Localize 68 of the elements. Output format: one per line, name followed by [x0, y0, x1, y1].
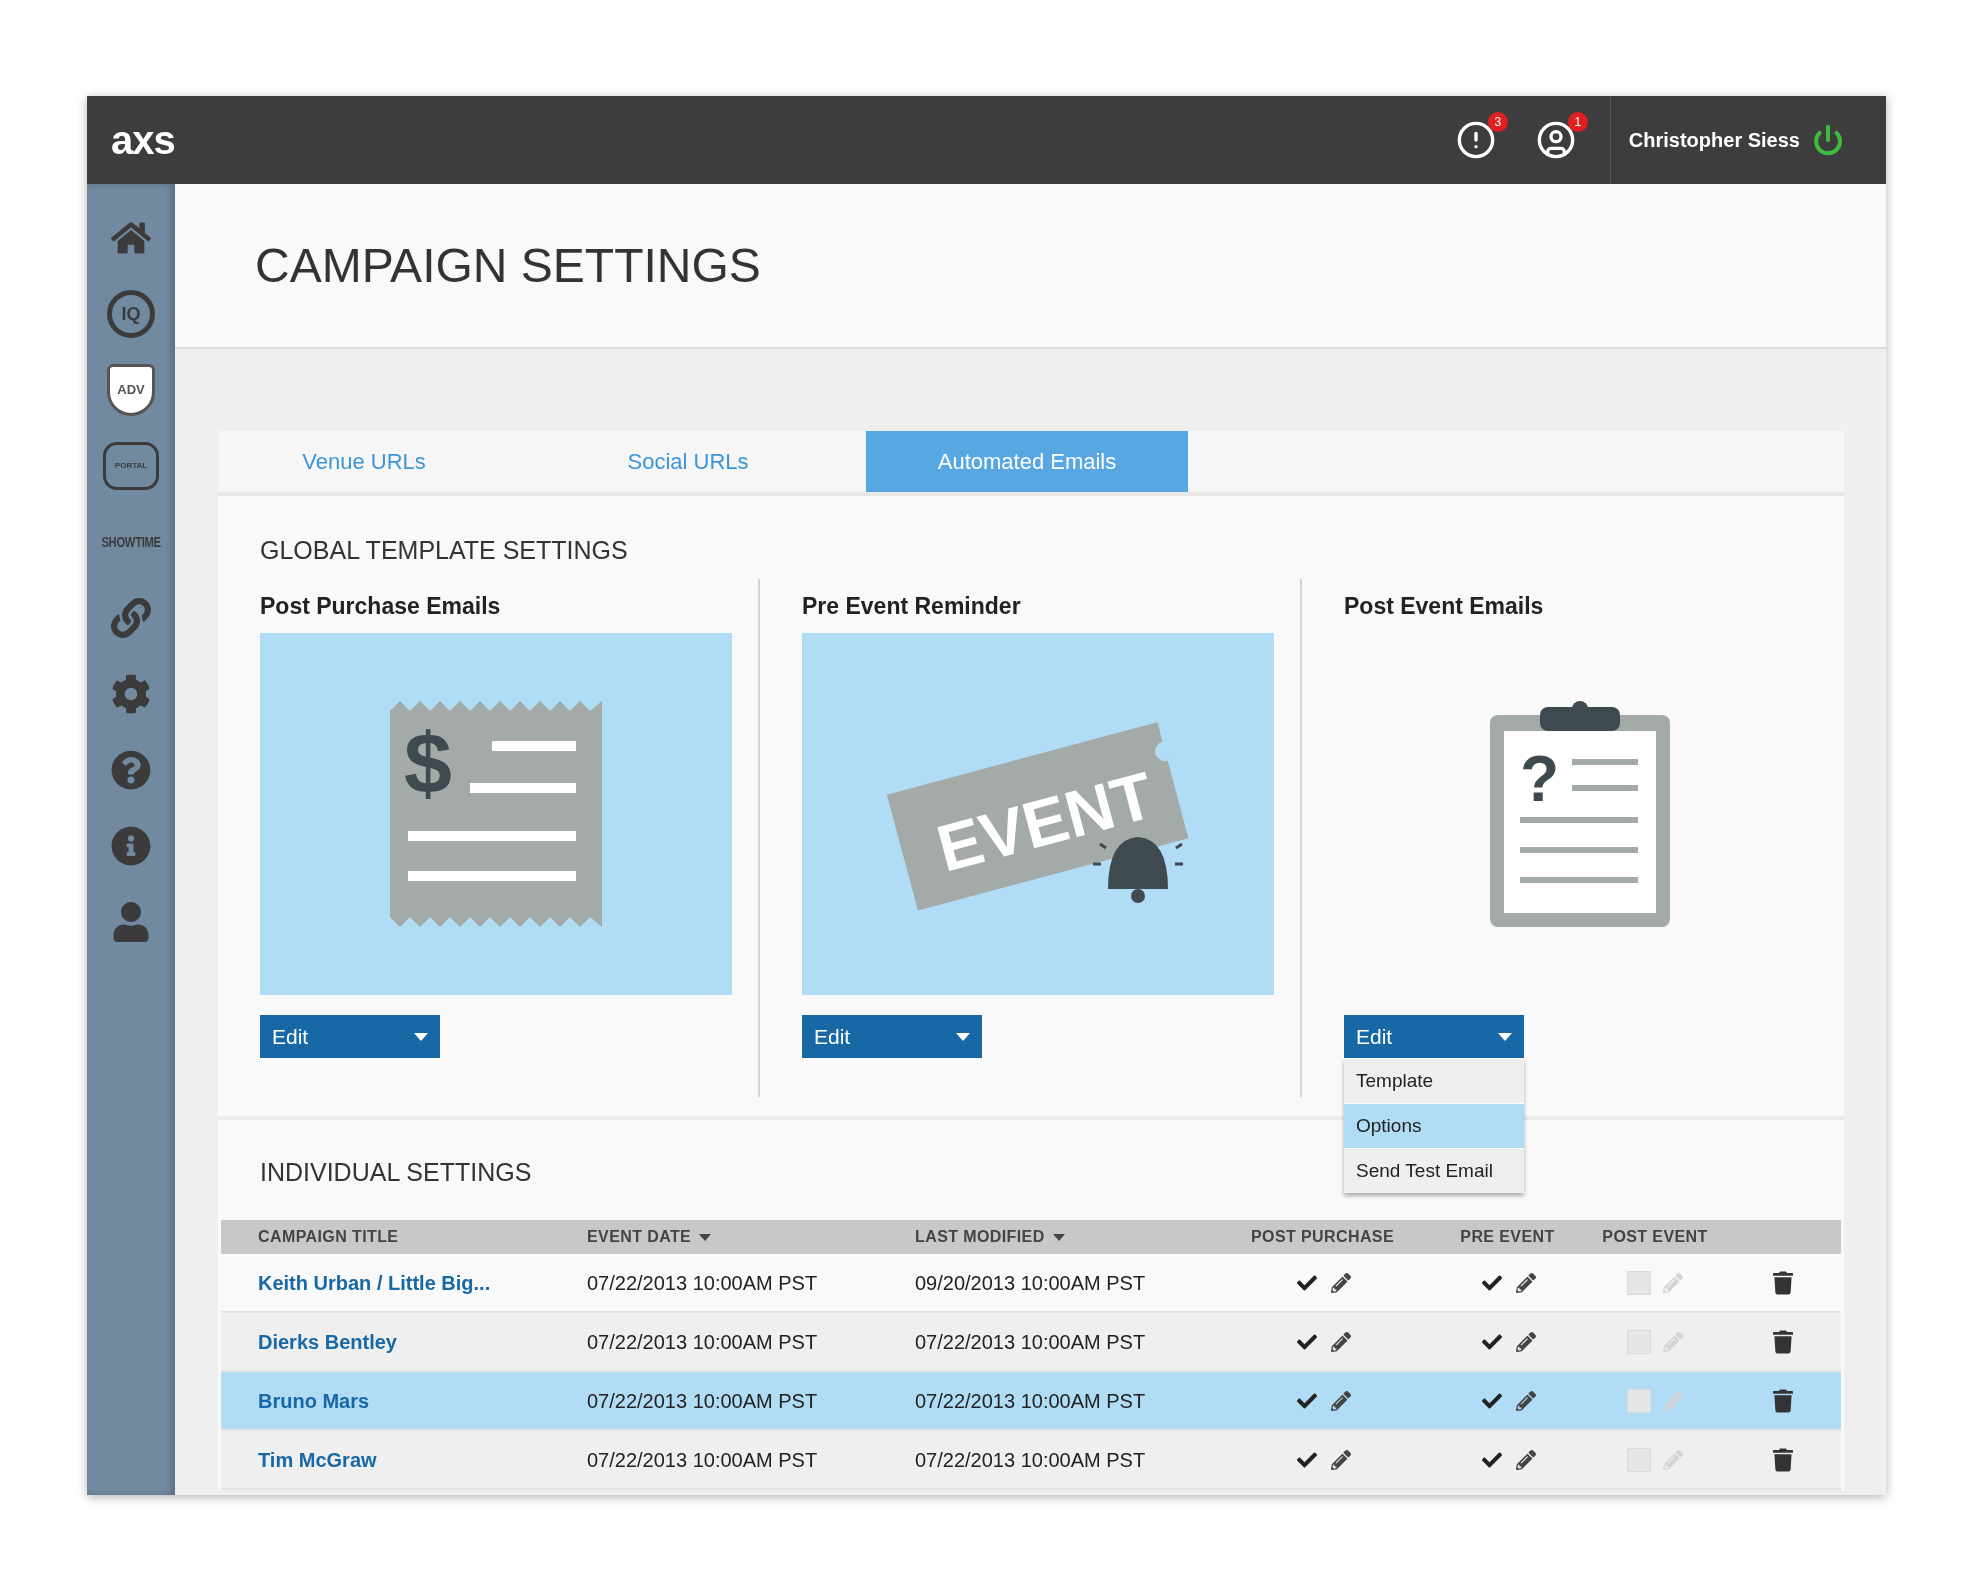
column-header: POST EVENT — [1602, 1227, 1708, 1247]
pencil-icon[interactable] — [1330, 1272, 1351, 1293]
caret-icon — [956, 1032, 970, 1041]
edit-dropdown[interactable]: Edit — [802, 1015, 982, 1058]
column-header: PRE EVENT — [1460, 1227, 1555, 1247]
event-date: 07/22/2013 10:00AM PST — [587, 1330, 818, 1353]
portal-hexagon-logo[interactable]: PORTAL — [103, 442, 159, 490]
alert-icon[interactable] — [1455, 120, 1496, 160]
user-icon[interactable] — [1535, 120, 1576, 160]
event-date: 07/22/2013 10:00AM PST — [587, 1271, 818, 1294]
last-modified-date: 07/22/2013 10:00AM PST — [915, 1330, 1146, 1353]
pencil-icon[interactable] — [1330, 1331, 1351, 1352]
page-title: CAMPAIGN SETTINGS — [255, 237, 761, 294]
tab[interactable]: Social URLs — [510, 431, 866, 492]
section-heading: INDIVIDUAL SETTINGS — [260, 1157, 532, 1188]
last-modified-date: 09/20/2013 10:00AM PST — [915, 1271, 1146, 1294]
last-modified-date: 07/22/2013 10:00AM PST — [915, 1448, 1146, 1471]
card-title: Pre Event Reminder — [802, 592, 1022, 621]
table-row[interactable]: Dierks Bentley 07/22/2013 10:00AM PST 07/22/2013 10:00AM PST — [221, 1313, 1841, 1372]
section-heading: GLOBAL TEMPLATE SETTINGS — [260, 535, 628, 566]
campaign-link[interactable]: Bruno Mars — [258, 1389, 370, 1412]
delete-icon[interactable] — [1773, 1329, 1793, 1354]
card-title: Post Event Emails — [1344, 592, 1545, 621]
campaign-link[interactable]: Tim McGraw — [258, 1448, 377, 1471]
adv-shield-logo[interactable]: ADV — [107, 364, 155, 416]
sort-caret-icon[interactable] — [699, 1233, 712, 1241]
last-modified-date: 07/22/2013 10:00AM PST — [915, 1389, 1146, 1412]
showtime-logo[interactable]: SHOWTIME — [101, 531, 161, 553]
person-icon[interactable] — [111, 902, 151, 942]
notification-badge: 1 — [1567, 112, 1588, 132]
power-icon[interactable] — [1812, 124, 1844, 156]
delete-icon[interactable] — [1773, 1270, 1793, 1295]
event-date: 07/22/2013 10:00AM PST — [587, 1389, 818, 1412]
pencil-icon[interactable] — [1515, 1390, 1536, 1411]
caret-icon — [1498, 1032, 1512, 1041]
logo[interactable]: axs — [111, 110, 175, 170]
clipboard-drawing: ? — [1490, 701, 1670, 927]
edit-dropdown[interactable]: Edit — [1344, 1015, 1524, 1058]
column-header: CAMPAIGN TITLE — [258, 1227, 399, 1247]
edit-dropdown[interactable]: Edit — [260, 1015, 440, 1058]
tab[interactable]: Venue URLs — [218, 431, 510, 492]
settings-icon[interactable] — [111, 674, 151, 714]
column-header: POST PURCHASE — [1251, 1227, 1394, 1247]
campaign-link[interactable]: Keith Urban / Little Big... — [258, 1271, 491, 1294]
column-header[interactable]: EVENT DATE — [587, 1225, 692, 1249]
card-title: Post Purchase Emails — [260, 592, 502, 621]
caret-icon — [414, 1032, 428, 1041]
pencil-icon[interactable] — [1515, 1272, 1536, 1293]
pencil-icon[interactable] — [1515, 1331, 1536, 1352]
delete-icon[interactable] — [1773, 1447, 1793, 1472]
column-header[interactable]: LAST MODIFIED — [915, 1225, 1045, 1249]
link-icon[interactable] — [111, 598, 151, 638]
pencil-icon[interactable] — [1330, 1449, 1351, 1470]
campaign-link[interactable]: Dierks Bentley — [258, 1330, 397, 1353]
notification-badge: 3 — [1487, 112, 1508, 132]
event-date: 07/22/2013 10:00AM PST — [587, 1448, 818, 1471]
pencil-icon[interactable] — [1515, 1449, 1536, 1470]
table-row[interactable]: Bruno Mars 07/22/2013 10:00AM PST 07/22/2013 10:00AM PST — [221, 1372, 1841, 1431]
info-icon[interactable] — [111, 826, 151, 866]
help-icon[interactable] — [111, 750, 151, 790]
menu-item[interactable]: Options — [1344, 1103, 1524, 1148]
receipt-drawing: $ — [390, 701, 602, 927]
pencil-icon[interactable] — [1330, 1390, 1351, 1411]
iq-logo[interactable]: IQ — [107, 290, 155, 338]
user-name[interactable]: Christopher Siess — [1628, 125, 1800, 155]
sort-caret-icon[interactable] — [1052, 1233, 1065, 1241]
delete-icon[interactable] — [1773, 1388, 1793, 1413]
table-row[interactable]: Tim McGraw 07/22/2013 10:00AM PST 07/22/2013 10:00AM PST — [221, 1431, 1841, 1490]
